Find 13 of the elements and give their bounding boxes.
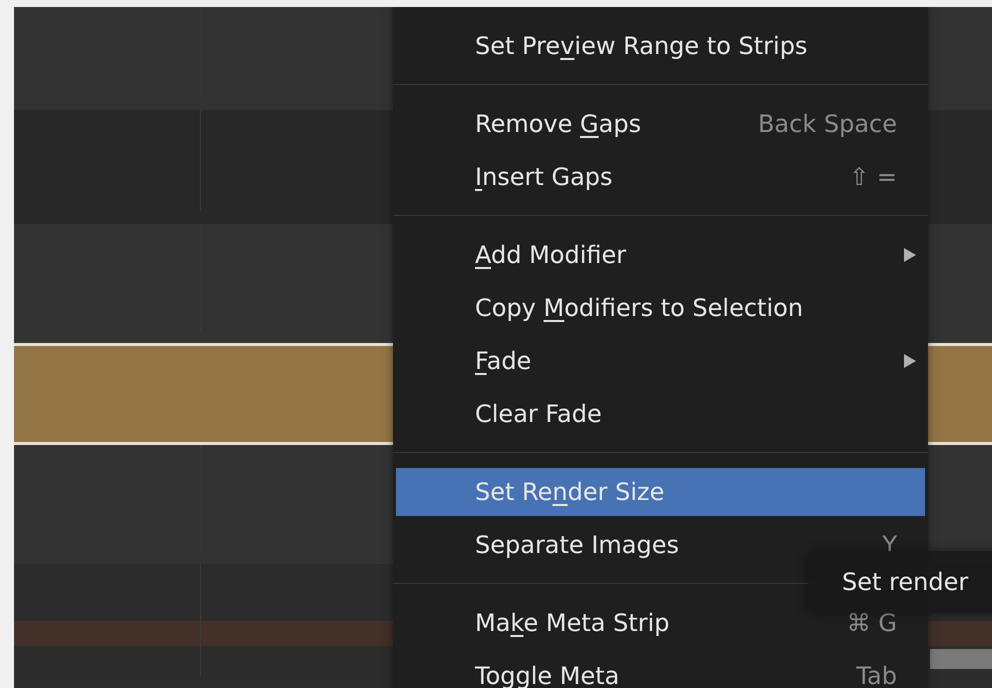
- menu-item[interactable]: Insert Gaps ⇧ =: [393, 150, 928, 203]
- menu-item[interactable]: Set Preview Range to Strips: [393, 19, 928, 72]
- strip-bar: [930, 649, 992, 669]
- menu-item[interactable]: Add Modifier: [393, 228, 928, 281]
- shortcut-label: ⇧ =: [849, 162, 897, 192]
- shortcut-label: Tab: [856, 660, 897, 688]
- shortcut-label: Back Space: [758, 108, 897, 140]
- tooltip: Set render: [808, 551, 992, 613]
- menu-item[interactable]: Fade: [393, 334, 928, 387]
- menu-item[interactable]: Set Render Size: [396, 468, 925, 516]
- menu-item[interactable]: Copy Modifiers to Selection: [393, 281, 928, 334]
- menu-item[interactable]: Clear Fade: [393, 387, 928, 440]
- menu-item[interactable]: Remove Gaps Back Space: [393, 97, 928, 150]
